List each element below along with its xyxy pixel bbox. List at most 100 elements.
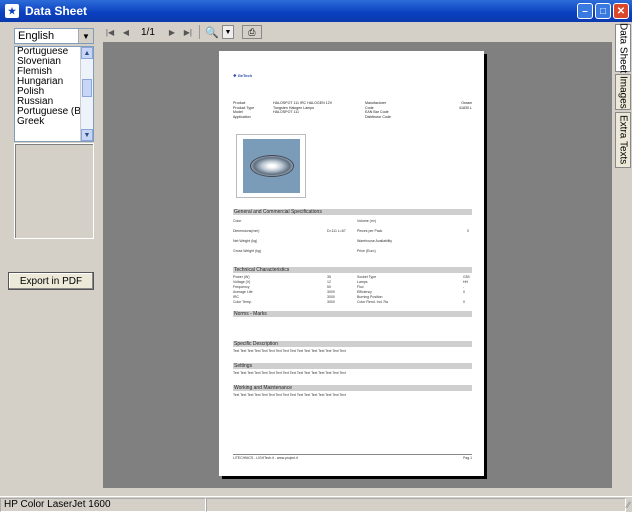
language-option[interactable]: Russian (15, 97, 81, 107)
resize-grip-icon[interactable]: ∕∕ (627, 500, 630, 510)
tab-data-sheet[interactable]: Data Sheet (615, 22, 631, 74)
last-page-icon[interactable]: ▶| (181, 25, 195, 39)
spec-value: 0 (467, 229, 469, 233)
spec-label: Voltage (V) (233, 280, 251, 284)
spec-label: Efficiency (357, 290, 372, 294)
section-settings: Settings (233, 363, 472, 369)
spec-label: Average Life (233, 290, 253, 294)
app-icon: ★ (5, 4, 19, 18)
chevron-down-icon[interactable]: ▼ (78, 29, 93, 43)
language-list-scrollbar[interactable]: ▲ ▼ (80, 47, 93, 141)
spec-label: Lamps (357, 280, 368, 284)
info-left-labels: Product Product Type Model Application (233, 101, 254, 119)
page-number: Pag.1 (463, 456, 472, 460)
spec-label: Power (W) (233, 275, 250, 279)
title-bar: ★ Data Sheet – □ ✕ (0, 0, 632, 22)
info-right-values: Osram 41830 L (439, 101, 472, 110)
zoom-icon[interactable]: 🔍 (204, 24, 220, 40)
language-option[interactable]: Polish (15, 87, 81, 97)
spec-value: 3000 (327, 295, 335, 299)
info-value: HALOSPOT 111 (273, 110, 299, 115)
section-working: Working and Maintenance (233, 385, 472, 391)
lamp-photo (243, 139, 300, 193)
section-general: General and Commercial Specifications (233, 209, 472, 215)
next-page-icon[interactable]: ▶ (165, 25, 179, 39)
language-option[interactable]: Portuguese (15, 47, 81, 57)
spec-label: Color Rend. Ind. Ra (357, 300, 388, 304)
print-icon[interactable]: ⎙ (241, 25, 262, 39)
info-label: Distributor Code (365, 114, 391, 119)
spec-value: 50 (327, 285, 331, 289)
empty-panel (14, 143, 94, 239)
window-title: Data Sheet (25, 4, 88, 18)
language-option[interactable]: Hungarian (15, 77, 81, 87)
tab-images[interactable]: Images (615, 74, 631, 110)
reflector-graphic (249, 155, 294, 177)
left-panel: English ▼ Portuguese Slovenian Flemish H… (0, 22, 101, 496)
filler-text: Text Text Text Text Text Text Text Text … (233, 349, 346, 353)
tab-extra-texts[interactable]: Extra Texts (615, 112, 631, 168)
first-page-icon[interactable]: |◀ (103, 25, 117, 39)
spec-value: 3000 (327, 300, 335, 304)
printer-status: HP Color LaserJet 1600 (0, 497, 206, 512)
info-value: HALOSPOT 111 IRC HALOGEN 12V (273, 101, 333, 105)
section-technical: Technical Characteristics (233, 267, 472, 273)
prev-page-icon[interactable]: ◀ (119, 25, 133, 39)
language-list[interactable]: Portuguese Slovenian Flemish Hungarian P… (14, 46, 94, 142)
page-indicator: 1/1 (141, 26, 155, 38)
maximize-button[interactable]: □ (595, 3, 611, 19)
close-button[interactable]: ✕ (613, 3, 629, 19)
tab-label: Data Sheet (617, 22, 629, 74)
spec-label: Net Weight (kg) (233, 239, 258, 243)
spec-label: IRC (233, 295, 240, 299)
export-pdf-button[interactable]: Export in PDF (8, 272, 94, 290)
spec-label: Warehouse Availability (357, 239, 393, 243)
spec-label: Price (Euro) (357, 249, 376, 253)
language-option[interactable]: Portuguese (Brazil (15, 107, 81, 117)
window-controls: – □ ✕ (577, 3, 629, 19)
toolbar-separator (198, 25, 200, 39)
language-option[interactable]: Greek (15, 117, 81, 127)
info-left-values: HALOSPOT 111 IRC HALOGEN 12V Tungsten Ha… (273, 101, 332, 115)
zoom-dropdown-icon[interactable]: ▼ (221, 25, 234, 39)
spec-value: 35 (327, 275, 331, 279)
company-logo: ❖ GeTech (233, 73, 253, 78)
scroll-up-icon[interactable]: ▲ (81, 47, 93, 59)
page-footer: LITECHNICS - LIGHTech.it - www.project.i… (233, 454, 472, 460)
spec-value: 0 (463, 290, 465, 294)
section-norms: Norms - Marks (233, 311, 472, 317)
language-option[interactable]: Flemish (15, 67, 81, 77)
spec-label: Frequency (233, 285, 250, 289)
spec-value: 0 (463, 300, 465, 304)
minimize-button[interactable]: – (577, 3, 593, 19)
spec-value: 12 (327, 280, 331, 284)
spec-value: G53 (463, 275, 470, 279)
spec-label: Burning Position (357, 295, 383, 299)
spec-value: - (463, 285, 465, 289)
scroll-thumb[interactable] (82, 79, 92, 97)
language-select-value: English (18, 30, 55, 42)
spec-label: Socket Type (357, 275, 377, 279)
info-label: Application (233, 114, 251, 119)
section-specific: Specific Description (233, 341, 472, 347)
info-right-labels: Manufacturer Code EAN Bar Code Distribut… (365, 101, 391, 119)
scroll-down-icon[interactable]: ▼ (81, 129, 93, 141)
spec-label: Volume (m³) (357, 219, 377, 223)
status-pane (206, 497, 626, 512)
filler-text: Text Text Text Text Text Text Text Text … (233, 393, 346, 397)
preview-toolbar: |◀ ◀ 1/1 ▶ ▶| 🔍 ▼ ⎙ (101, 22, 613, 42)
product-image (236, 134, 306, 198)
language-select[interactable]: English ▼ (14, 28, 94, 44)
tab-label: Extra Texts (617, 115, 629, 165)
spec-label: Gross Weight (kg) (233, 249, 262, 253)
spec-label: Pieces per Pack (357, 229, 383, 233)
tab-label: Images (617, 75, 629, 109)
spec-label: Dimensions(mm) (233, 229, 260, 233)
spec-label: Color Temp. (233, 300, 252, 304)
spec-value: HH (463, 280, 469, 284)
footer-text: LITECHNICS - LIGHTech.it - www.project.i… (233, 456, 298, 460)
print-preview-area[interactable]: ❖ GeTech Product Product Type Model Appl… (103, 42, 612, 488)
spec-value: D=111 L=67 (327, 229, 346, 233)
document-page: ❖ GeTech Product Product Type Model Appl… (219, 51, 484, 476)
language-option[interactable]: Slovenian (15, 57, 81, 67)
